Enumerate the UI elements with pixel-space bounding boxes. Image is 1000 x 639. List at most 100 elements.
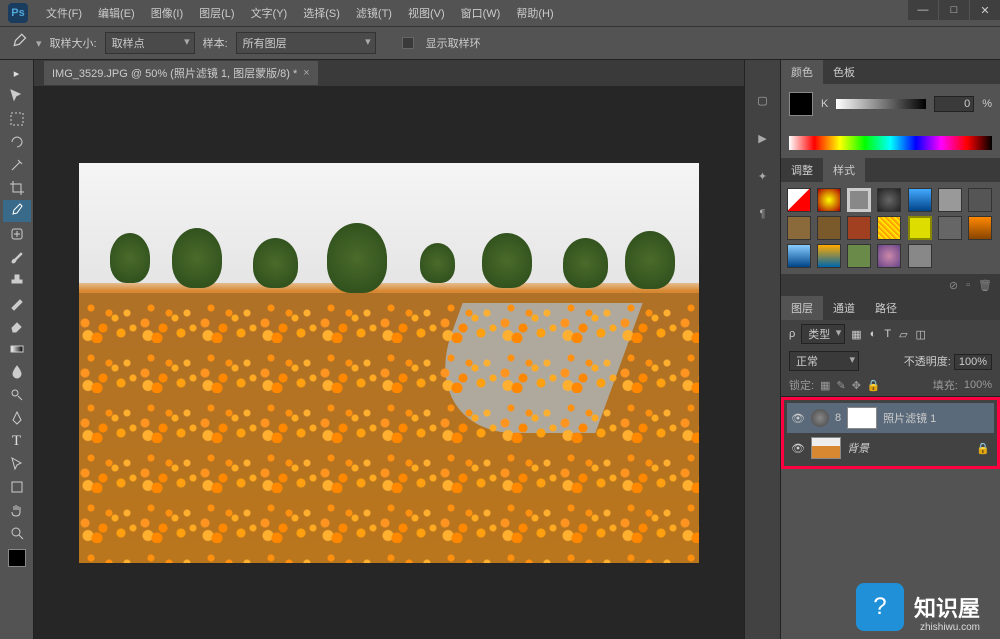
minimize-button[interactable]: — (908, 0, 938, 20)
k-value[interactable]: 0 (934, 96, 974, 112)
blend-mode-select[interactable]: 正常 (789, 351, 859, 371)
lock-trans-icon[interactable]: ▦ (820, 379, 830, 392)
style-swatch[interactable] (817, 216, 841, 240)
zoom-tool[interactable] (3, 522, 31, 544)
move-tool[interactable] (3, 85, 31, 107)
style-swatch[interactable] (787, 244, 811, 268)
eraser-tool[interactable] (3, 315, 31, 337)
filter-smart-icon[interactable]: ◫ (916, 328, 926, 341)
tab-layers[interactable]: 图层 (781, 296, 823, 320)
sample-size-select[interactable]: 取样点 (105, 32, 195, 54)
tab-styles[interactable]: 样式 (823, 158, 865, 182)
color-foreground[interactable] (789, 92, 813, 116)
k-slider[interactable] (836, 99, 926, 109)
style-swatch[interactable] (847, 188, 871, 212)
menu-edit[interactable]: 编辑(E) (92, 3, 141, 23)
tab-swatches[interactable]: 色板 (823, 60, 865, 84)
style-swatch[interactable] (908, 216, 932, 240)
menu-image[interactable]: 图像(I) (145, 3, 189, 23)
visibility-icon[interactable]: 👁 (791, 412, 805, 425)
menu-view[interactable]: 视图(V) (402, 3, 451, 23)
history-brush-tool[interactable] (3, 292, 31, 314)
triangle-icon[interactable]: ▾ (36, 37, 42, 50)
tab-paths[interactable]: 路径 (865, 296, 907, 320)
stamp-tool[interactable] (3, 269, 31, 291)
color-spectrum[interactable] (789, 136, 992, 150)
style-swatch[interactable] (908, 244, 932, 268)
dodge-tool[interactable] (3, 384, 31, 406)
healing-tool[interactable] (3, 223, 31, 245)
style-swatch[interactable] (968, 216, 992, 240)
layer-row[interactable]: 👁 背景 🔒 (787, 433, 994, 463)
maximize-button[interactable]: □ (939, 0, 969, 20)
style-swatch[interactable] (908, 188, 932, 212)
close-button[interactable]: ✕ (970, 0, 1000, 20)
brush-preset-icon[interactable]: ✦ (753, 166, 773, 186)
style-swatch[interactable] (877, 188, 901, 212)
menu-window[interactable]: 窗口(W) (455, 3, 507, 23)
lasso-tool[interactable] (3, 131, 31, 153)
visibility-icon[interactable]: 👁 (791, 442, 805, 455)
sample-select[interactable]: 所有图层 (236, 32, 376, 54)
style-swatch[interactable] (787, 188, 811, 212)
layer-row[interactable]: 👁 8 照片滤镜 1 (787, 403, 994, 433)
tab-adjustments[interactable]: 调整 (781, 158, 823, 182)
style-swatch[interactable] (877, 216, 901, 240)
lock-all-icon[interactable]: 🔒 (867, 379, 881, 392)
style-swatch[interactable] (938, 216, 962, 240)
document-tab[interactable]: IMG_3529.JPG @ 50% (照片滤镜 1, 图层蒙版/8) * × (44, 61, 318, 85)
style-swatch[interactable] (847, 244, 871, 268)
opacity-value[interactable]: 100% (954, 354, 992, 370)
pen-tool[interactable] (3, 407, 31, 429)
clear-style-icon[interactable]: ⊘ (949, 279, 958, 292)
history-icon[interactable]: ▢ (753, 90, 773, 110)
style-swatch[interactable] (938, 188, 962, 212)
menu-type[interactable]: 文字(Y) (245, 3, 294, 23)
hand-tool[interactable] (3, 499, 31, 521)
style-swatch[interactable] (787, 216, 811, 240)
menu-layer[interactable]: 图层(L) (193, 3, 240, 23)
filter-kind-icon[interactable]: ρ (789, 328, 795, 340)
menu-select[interactable]: 选择(S) (297, 3, 346, 23)
brush-tool[interactable] (3, 246, 31, 268)
play-icon[interactable]: ▶ (753, 128, 773, 148)
filter-type-icon[interactable]: T (884, 328, 891, 341)
lock-pos-icon[interactable]: ✥ (852, 379, 861, 392)
blur-tool[interactable] (3, 361, 31, 383)
filter-kind-select[interactable]: 类型 (801, 324, 845, 344)
wand-tool[interactable] (3, 154, 31, 176)
trash-icon[interactable]: 🗑 (978, 279, 992, 292)
menu-file[interactable]: 文件(F) (40, 3, 88, 23)
style-swatch[interactable] (817, 188, 841, 212)
marquee-tool[interactable] (3, 108, 31, 130)
filter-shape-icon[interactable]: ▱ (899, 328, 907, 341)
menu-help[interactable]: 帮助(H) (510, 3, 559, 23)
filter-pixel-icon[interactable]: ▦ (851, 328, 861, 341)
show-ring-checkbox[interactable] (402, 37, 414, 49)
fill-value[interactable]: 100% (964, 379, 992, 391)
type-tool[interactable]: T (3, 430, 31, 452)
crop-tool[interactable] (3, 177, 31, 199)
menu-filter[interactable]: 滤镜(T) (350, 3, 398, 23)
style-swatch[interactable] (877, 244, 901, 268)
canvas[interactable] (79, 163, 699, 563)
eyedropper-tool[interactable] (3, 200, 31, 222)
path-select-tool[interactable] (3, 453, 31, 475)
gradient-tool[interactable] (3, 338, 31, 360)
expand-icon[interactable]: ▸ (3, 62, 31, 84)
foreground-color[interactable] (8, 549, 26, 567)
lock-paint-icon[interactable]: ✎ (836, 379, 845, 392)
filter-adjust-icon[interactable]: ◐ (870, 328, 877, 341)
style-swatch[interactable] (968, 188, 992, 212)
paragraph-icon[interactable]: ¶ (753, 204, 773, 224)
tab-channels[interactable]: 通道 (823, 296, 865, 320)
layer-thumb[interactable] (811, 437, 841, 459)
style-swatch[interactable] (817, 244, 841, 268)
new-style-icon[interactable]: ▫ (966, 279, 970, 291)
layer-name[interactable]: 背景 (847, 440, 970, 456)
layer-mask-thumb[interactable] (847, 407, 877, 429)
tab-color[interactable]: 颜色 (781, 60, 823, 84)
style-swatch[interactable] (847, 216, 871, 240)
close-icon[interactable]: × (303, 67, 309, 79)
layer-name[interactable]: 照片滤镜 1 (883, 410, 990, 426)
